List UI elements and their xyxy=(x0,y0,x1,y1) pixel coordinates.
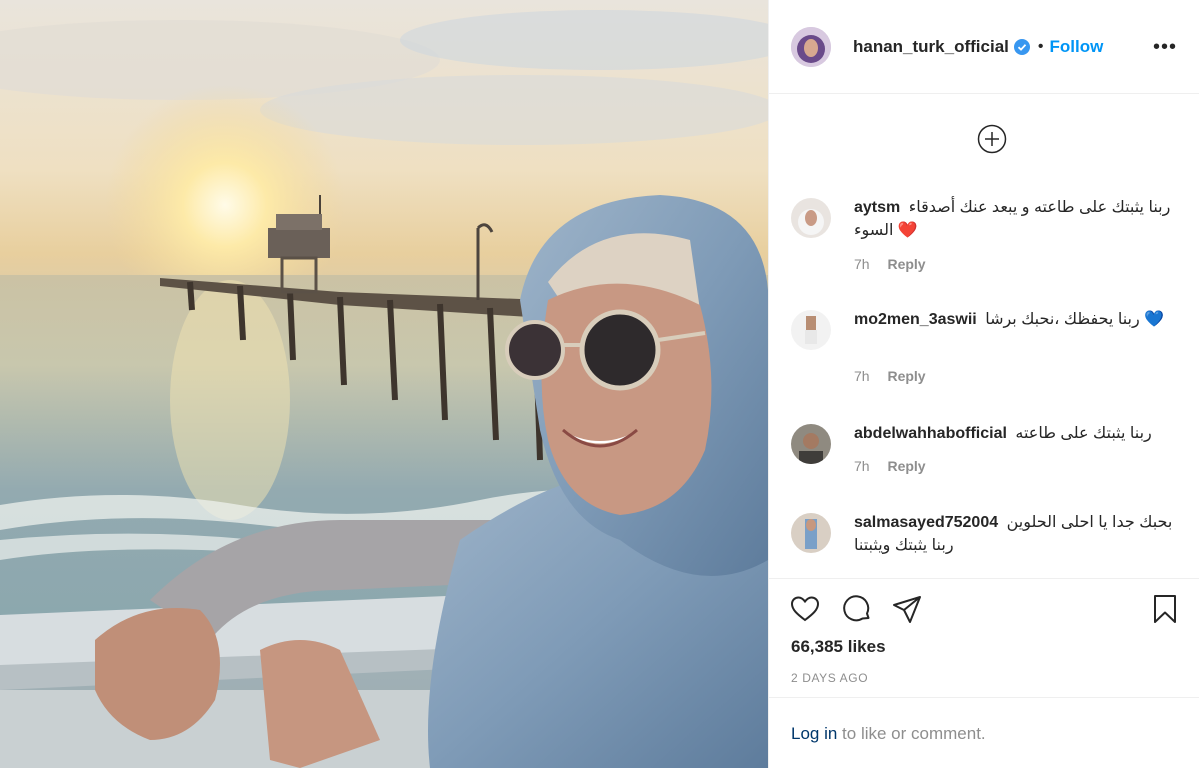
comment-time: 7h xyxy=(854,256,870,272)
bookmark-icon[interactable] xyxy=(1149,593,1181,625)
comment-body: mo2men_3aswii ربنا يحفظك ،نحبك برشا 💙 xyxy=(854,308,1184,331)
follow-button[interactable]: Follow xyxy=(1049,37,1103,57)
commenter-avatar[interactable] xyxy=(791,310,831,350)
header-separator: • xyxy=(1037,37,1044,55)
heart-icon[interactable] xyxy=(789,593,821,625)
comment-text: ربنا يثبتك على طاعته xyxy=(1015,425,1152,442)
post-date[interactable]: 2 DAYS AGO xyxy=(791,671,868,685)
comment-username[interactable]: aytsm xyxy=(854,199,900,216)
comment-meta: 7h Reply xyxy=(854,256,926,272)
comment-body: aytsm ربنا يثبتك على طاعته و يبعد عنك أص… xyxy=(854,196,1184,242)
comment-time: 7h xyxy=(854,458,870,474)
author-username[interactable]: hanan_turk_official xyxy=(853,37,1009,57)
comment-username[interactable]: abdelwahhabofficial xyxy=(854,425,1007,442)
reply-button[interactable]: Reply xyxy=(887,458,925,474)
comment-meta: 7h Reply xyxy=(854,368,926,384)
commenter-avatar[interactable] xyxy=(791,513,831,553)
comment-body: abdelwahhabofficial ربنا يثبتك على طاعته xyxy=(854,422,1184,445)
comment-username[interactable]: salmasayed752004 xyxy=(854,514,998,531)
login-prompt-text: to like or comment. xyxy=(837,724,986,743)
post-actions: 66,385 likes 2 DAYS AGO Log in to like o… xyxy=(769,578,1199,768)
login-link[interactable]: Log in xyxy=(791,724,837,743)
load-more-comments-icon[interactable] xyxy=(977,124,1007,154)
comment-username[interactable]: mo2men_3aswii xyxy=(854,311,977,328)
comment-icon[interactable] xyxy=(841,593,873,625)
heart-emoji: ❤️ xyxy=(897,222,918,239)
more-options-icon[interactable]: ••• xyxy=(1153,36,1177,59)
instagram-post: hanan_turk_official • Follow ••• aytsm ر… xyxy=(0,0,1200,768)
author-avatar[interactable] xyxy=(791,26,831,67)
reply-button[interactable]: Reply xyxy=(887,368,925,384)
login-prompt: Log in to like or comment. xyxy=(769,697,1199,770)
share-icon[interactable] xyxy=(891,593,923,625)
post-header: hanan_turk_official • Follow ••• xyxy=(769,0,1199,94)
post-photo[interactable] xyxy=(0,0,768,768)
verified-badge-icon xyxy=(1013,38,1030,55)
comments-section: aytsm ربنا يثبتك على طاعته و يبعد عنك أص… xyxy=(769,94,1199,578)
post-side-panel: hanan_turk_official • Follow ••• aytsm ر… xyxy=(768,0,1199,768)
comment-text: ربنا يحفظك ،نحبك برشا xyxy=(985,311,1140,328)
blue-heart-emoji: 💙 xyxy=(1144,311,1165,328)
commenter-avatar[interactable] xyxy=(791,424,831,464)
comment-body: salmasayed752004 بحبك جدا يا احلى الحلوي… xyxy=(854,511,1184,557)
commenter-avatar[interactable] xyxy=(791,198,831,238)
comment-meta: 7h Reply xyxy=(854,458,926,474)
likes-count[interactable]: 66,385 likes xyxy=(791,637,886,657)
comment-time: 7h xyxy=(854,368,870,384)
photo-illustration xyxy=(0,10,768,768)
reply-button[interactable]: Reply xyxy=(887,256,925,272)
